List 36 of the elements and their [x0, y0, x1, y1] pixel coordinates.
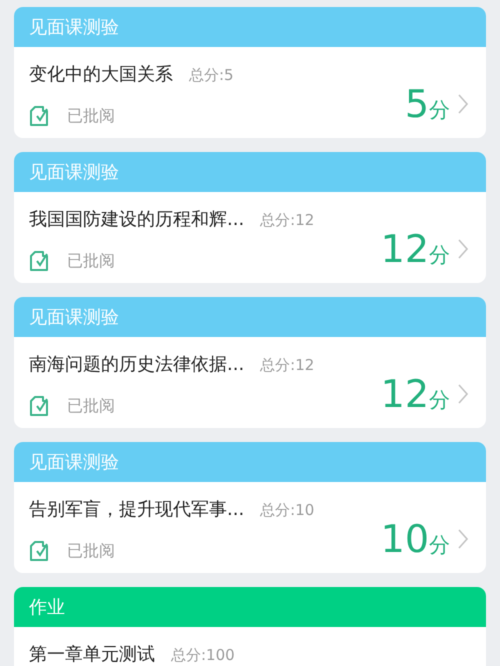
quiz-card[interactable]: 作业 第一章单元测试 总分:100 — [14, 587, 486, 666]
chevron-icon — [458, 384, 468, 404]
quiz-card[interactable]: 见面课测验 南海问题的历史法律依据... 总分:12 已批阅 12分 — [14, 297, 486, 428]
status-label: 已批阅 — [67, 105, 115, 127]
score: 12分 — [380, 230, 450, 268]
total-score: 总分:12 — [260, 210, 314, 231]
category-label: 见面课测验 — [29, 450, 119, 474]
graded-icon — [29, 105, 51, 127]
graded-icon — [29, 395, 51, 417]
status-label: 已批阅 — [67, 540, 115, 562]
quiz-card[interactable]: 见面课测验 变化中的大国关系 总分:5 已批阅 5分 — [14, 7, 486, 138]
category-label: 见面课测验 — [29, 16, 119, 40]
score: 12分 — [380, 375, 450, 413]
quiz-title: 我国国防建设的历程和辉... — [29, 208, 244, 232]
total-score: 总分:10 — [260, 500, 314, 521]
category-label: 见面课测验 — [29, 160, 119, 184]
quiz-card[interactable]: 见面课测验 告别军盲，提升现代军事... 总分:10 已批阅 10分 — [14, 442, 486, 573]
chevron-icon — [458, 529, 468, 549]
category-label: 作业 — [29, 596, 65, 620]
status-label: 已批阅 — [67, 250, 115, 272]
score: 10分 — [380, 520, 450, 558]
graded-icon — [29, 250, 51, 272]
graded-icon — [29, 540, 51, 562]
status-label: 已批阅 — [67, 395, 115, 417]
quiz-title: 变化中的大国关系 — [29, 63, 173, 87]
total-score: 总分:12 — [260, 355, 314, 376]
chevron-icon — [458, 94, 468, 114]
score: 5分 — [404, 85, 450, 123]
total-score: 总分:100 — [171, 645, 235, 666]
quiz-title: 南海问题的历史法律依据... — [29, 353, 244, 377]
chevron-icon — [458, 239, 468, 259]
total-score: 总分:5 — [189, 65, 234, 86]
category-label: 见面课测验 — [29, 306, 119, 330]
quiz-title: 第一章单元测试 — [29, 643, 155, 666]
quiz-title: 告别军盲，提升现代军事... — [29, 498, 244, 522]
quiz-card[interactable]: 见面课测验 我国国防建设的历程和辉... 总分:12 已批阅 12分 — [14, 152, 486, 283]
